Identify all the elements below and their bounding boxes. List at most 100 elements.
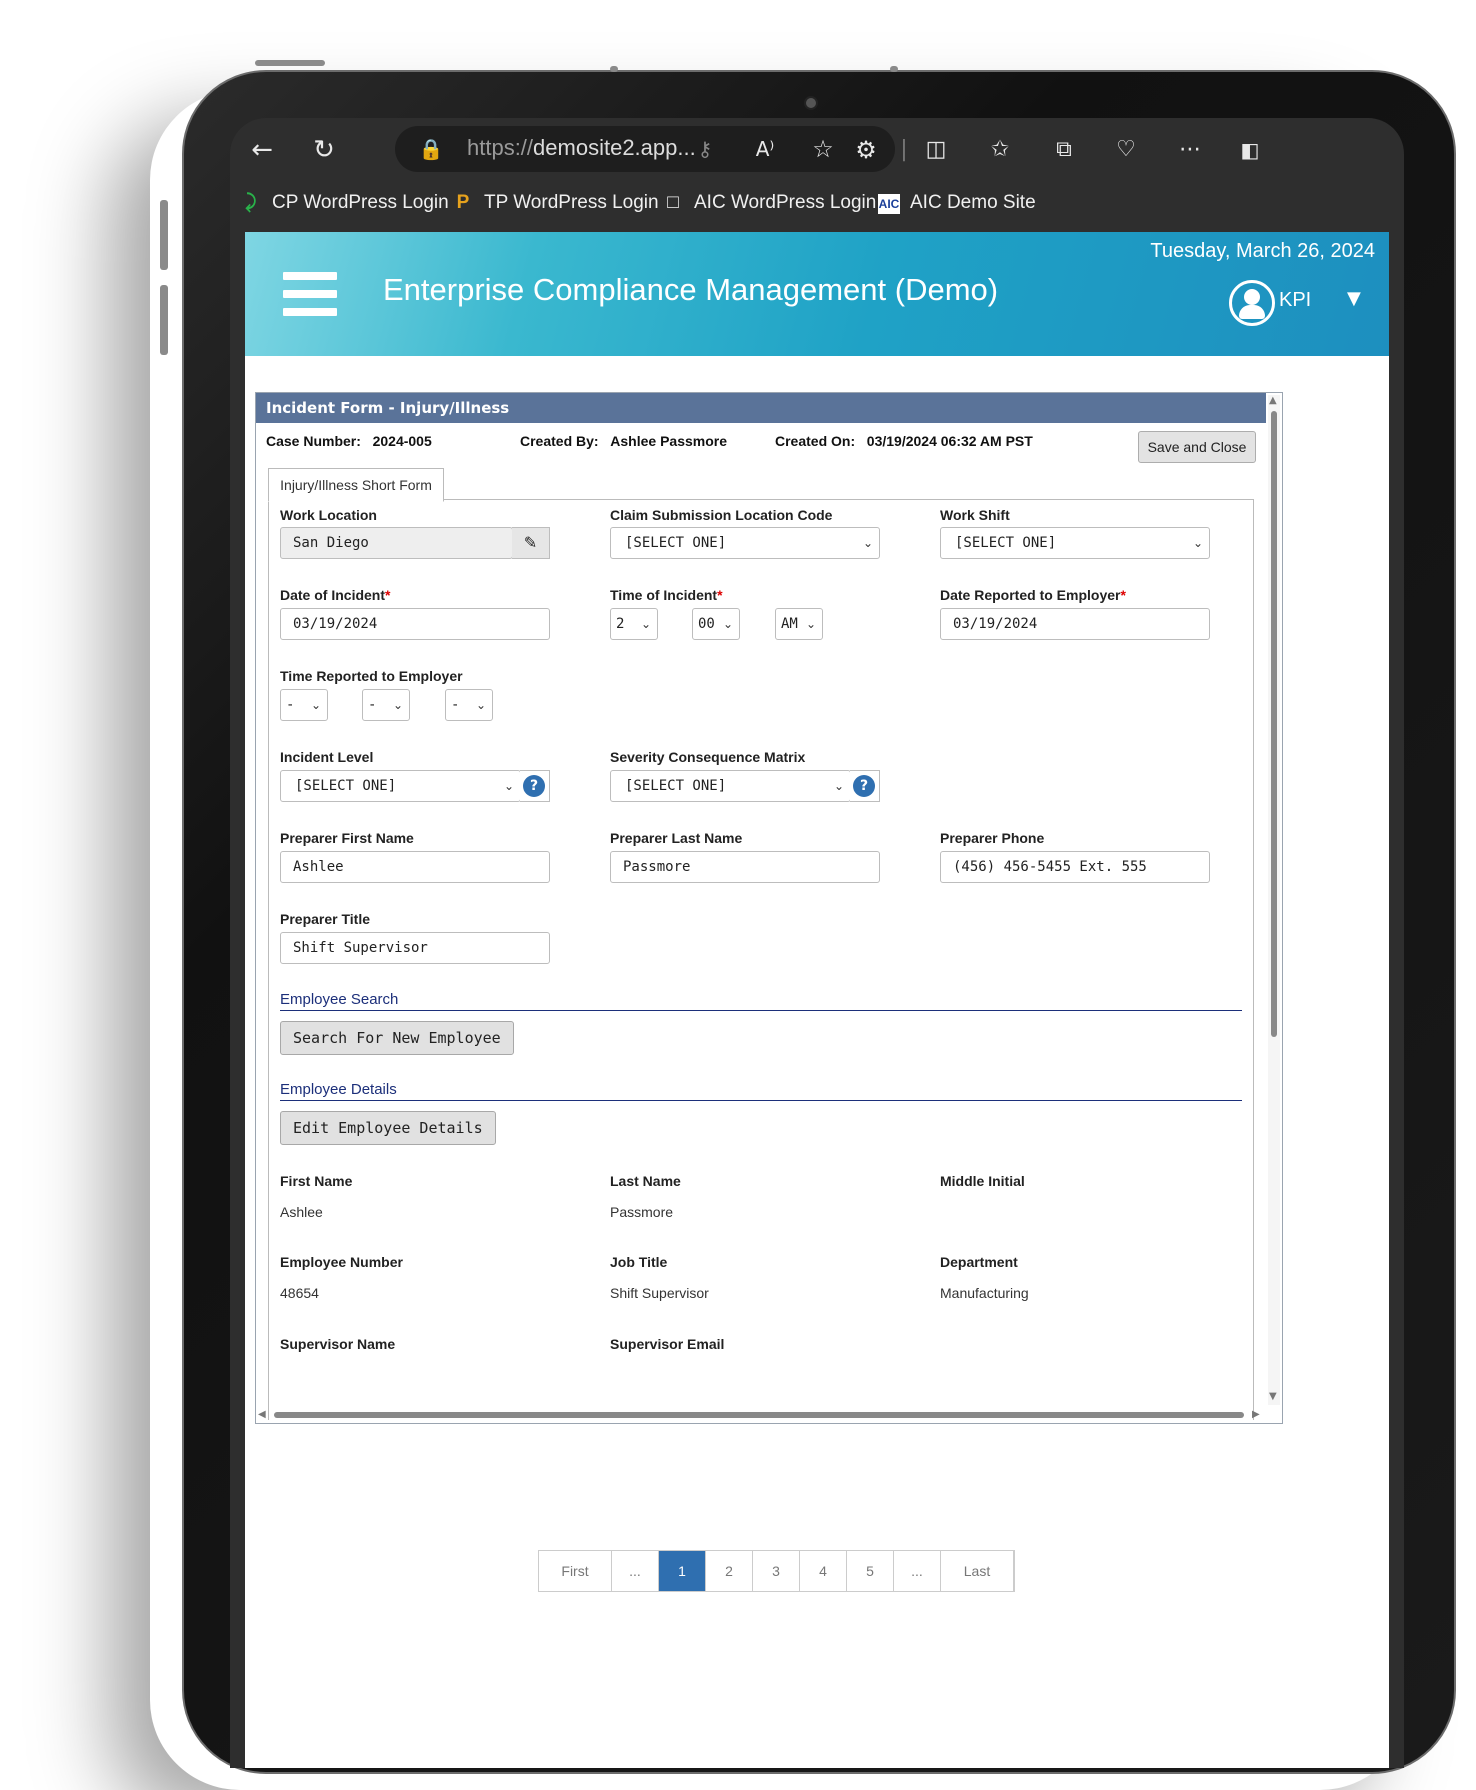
save-and-close-button[interactable]: Save and Close: [1138, 431, 1256, 463]
date-of-incident-field[interactable]: 03/19/2024: [280, 608, 550, 640]
lock-icon[interactable]: 🔒: [413, 131, 449, 167]
user-label[interactable]: KPI: [1279, 289, 1311, 312]
vertical-scrollbar[interactable]: ▲ ▼: [1268, 395, 1280, 1405]
page-4[interactable]: 4: [800, 1551, 847, 1591]
date-reported-field[interactable]: 03/19/2024: [940, 608, 1210, 640]
last-name-label: Last Name: [610, 1173, 681, 1189]
page-5[interactable]: 5: [847, 1551, 894, 1591]
app-title: Enterprise Compliance Management (Demo): [383, 272, 999, 307]
key-icon[interactable]: ⚷: [687, 131, 723, 167]
tab-injury-illness-short-form[interactable]: Injury/Illness Short Form: [268, 468, 444, 502]
created-on-label: Created On: 03/19/2024 06:32 AM PST: [775, 433, 1033, 449]
preparer-last-name-field[interactable]: Passmore: [610, 851, 880, 883]
chevron-down-icon[interactable]: ⌄: [806, 609, 816, 639]
tp-logo-icon: P: [456, 192, 470, 213]
incident-ampm-select[interactable]: AM ⌄: [775, 608, 823, 640]
page-3[interactable]: 3: [753, 1551, 800, 1591]
address-bar[interactable]: 🔒 https://demosite2.app... ⚷ A⁾ ☆: [395, 126, 895, 172]
pagination: First ... 1 2 3 4 5 ... Last: [538, 1550, 1015, 1592]
page-last[interactable]: Last: [941, 1551, 1014, 1591]
browser-health-icon[interactable]: ♡: [1108, 132, 1144, 168]
user-menu[interactable]: KPI ▼: [1229, 280, 1365, 328]
chevron-down-icon[interactable]: ▼: [1347, 288, 1361, 309]
chevron-down-icon[interactable]: ⌄: [863, 528, 873, 558]
split-screen-icon[interactable]: ◫: [918, 132, 954, 168]
department-label: Department: [940, 1254, 1018, 1270]
more-options-icon[interactable]: ⋯: [1172, 132, 1208, 168]
favorites-list-icon[interactable]: ✩: [982, 132, 1018, 168]
user-avatar-icon[interactable]: [1229, 280, 1275, 326]
question-mark-icon[interactable]: ?: [853, 775, 875, 797]
page-prev[interactable]: ...: [612, 1551, 659, 1591]
bookmark-tp-wordpress[interactable]: P TP WordPress Login: [452, 192, 659, 214]
date-of-incident-label: Date of Incident*: [280, 587, 391, 603]
chevron-down-icon[interactable]: ⌄: [504, 771, 514, 801]
app-header: Enterprise Compliance Management (Demo) …: [245, 232, 1389, 356]
bookmark-aic-wordpress[interactable]: □ AIC WordPress Login: [662, 192, 876, 214]
hamburger-menu-icon[interactable]: [283, 272, 337, 318]
reported-ampm-select[interactable]: - ⌄: [445, 689, 493, 721]
severity-matrix-select[interactable]: [SELECT ONE] ⌄: [610, 770, 851, 802]
reported-hour-select[interactable]: - ⌄: [280, 689, 328, 721]
incident-minute-select[interactable]: 00 ⌄: [692, 608, 740, 640]
toolbar-divider: |: [900, 137, 908, 162]
incident-level-help[interactable]: ?: [520, 770, 550, 802]
supervisor-email-label: Supervisor Email: [610, 1336, 725, 1352]
case-number: 2024-005: [372, 433, 432, 449]
scroll-right-icon[interactable]: ▶: [1252, 1409, 1260, 1420]
horizontal-scrollbar[interactable]: ◀ ▶: [258, 1409, 1262, 1421]
volume-up-button: [160, 200, 168, 270]
time-reported-label: Time Reported to Employer: [280, 668, 463, 684]
preparer-first-name-field[interactable]: Ashlee: [280, 851, 550, 883]
work-location-field[interactable]: San Diego: [280, 527, 513, 559]
sidebar-toggle-icon[interactable]: ◧: [1232, 132, 1268, 168]
work-shift-label: Work Shift: [940, 507, 1010, 523]
url-text[interactable]: https://demosite2.app...: [467, 135, 696, 161]
vertical-scroll-thumb[interactable]: [1271, 411, 1277, 1037]
back-arrow-icon[interactable]: ←: [244, 132, 280, 168]
question-mark-icon[interactable]: ?: [523, 775, 545, 797]
incident-hour-select[interactable]: 2 ⌄: [610, 608, 658, 640]
top-button-right: [890, 66, 898, 72]
chevron-down-icon[interactable]: ⌄: [476, 690, 486, 720]
read-aloud-icon[interactable]: A⁾: [747, 131, 783, 167]
preparer-phone-field[interactable]: (456) 456-5455 Ext. 555: [940, 851, 1210, 883]
page-first[interactable]: First: [539, 1551, 612, 1591]
search-new-employee-button[interactable]: Search For New Employee: [280, 1021, 514, 1055]
bookmark-aic-demo[interactable]: AIC AIC Demo Site: [878, 192, 1036, 214]
reported-minute-select[interactable]: - ⌄: [362, 689, 410, 721]
favorite-star-icon[interactable]: ☆: [805, 131, 841, 167]
screen: ← ↻ 🔒 https://demosite2.app... ⚷ A⁾ ☆ ⚙ …: [230, 118, 1404, 1768]
web-page: Enterprise Compliance Management (Demo) …: [245, 232, 1389, 1768]
severity-matrix-help[interactable]: ?: [850, 770, 880, 802]
header-date: Tuesday, March 26, 2024: [1150, 240, 1375, 262]
preparer-title-field[interactable]: Shift Supervisor: [280, 932, 550, 964]
pencil-edit-icon[interactable]: ✎: [512, 527, 550, 559]
horizontal-scroll-thumb[interactable]: [274, 1412, 1244, 1418]
chevron-down-icon[interactable]: ⌄: [641, 609, 651, 639]
page-next[interactable]: ...: [894, 1551, 941, 1591]
bookmark-cp-wordpress[interactable]: ⤸ CP WordPress Login: [240, 192, 448, 214]
refresh-icon[interactable]: ↻: [306, 132, 342, 168]
preparer-last-name-label: Preparer Last Name: [610, 830, 743, 846]
work-shift-select[interactable]: [SELECT ONE] ⌄: [940, 527, 1210, 559]
collections-icon[interactable]: ⧉: [1046, 132, 1082, 168]
chevron-down-icon[interactable]: ⌄: [311, 690, 321, 720]
employee-search-heading: Employee Search: [280, 991, 1242, 1011]
chevron-down-icon[interactable]: ⌄: [393, 690, 403, 720]
page-2[interactable]: 2: [706, 1551, 753, 1591]
extensions-icon[interactable]: ⚙: [848, 132, 884, 168]
page-1[interactable]: 1: [659, 1551, 706, 1591]
incident-level-select[interactable]: [SELECT ONE] ⌄: [280, 770, 521, 802]
scroll-left-icon[interactable]: ◀: [258, 1409, 266, 1420]
chevron-down-icon[interactable]: ⌄: [1193, 528, 1203, 558]
edit-employee-details-button[interactable]: Edit Employee Details: [280, 1111, 496, 1145]
claim-location-select[interactable]: [SELECT ONE] ⌄: [610, 527, 880, 559]
scroll-down-icon[interactable]: ▼: [1269, 1391, 1277, 1402]
chevron-down-icon[interactable]: ⌄: [723, 609, 733, 639]
preparer-phone-label: Preparer Phone: [940, 830, 1045, 846]
last-name-value: Passmore: [610, 1204, 674, 1220]
scroll-up-icon[interactable]: ▲: [1269, 395, 1277, 406]
chevron-down-icon[interactable]: ⌄: [834, 771, 844, 801]
department-value: Manufacturing: [940, 1285, 1029, 1301]
